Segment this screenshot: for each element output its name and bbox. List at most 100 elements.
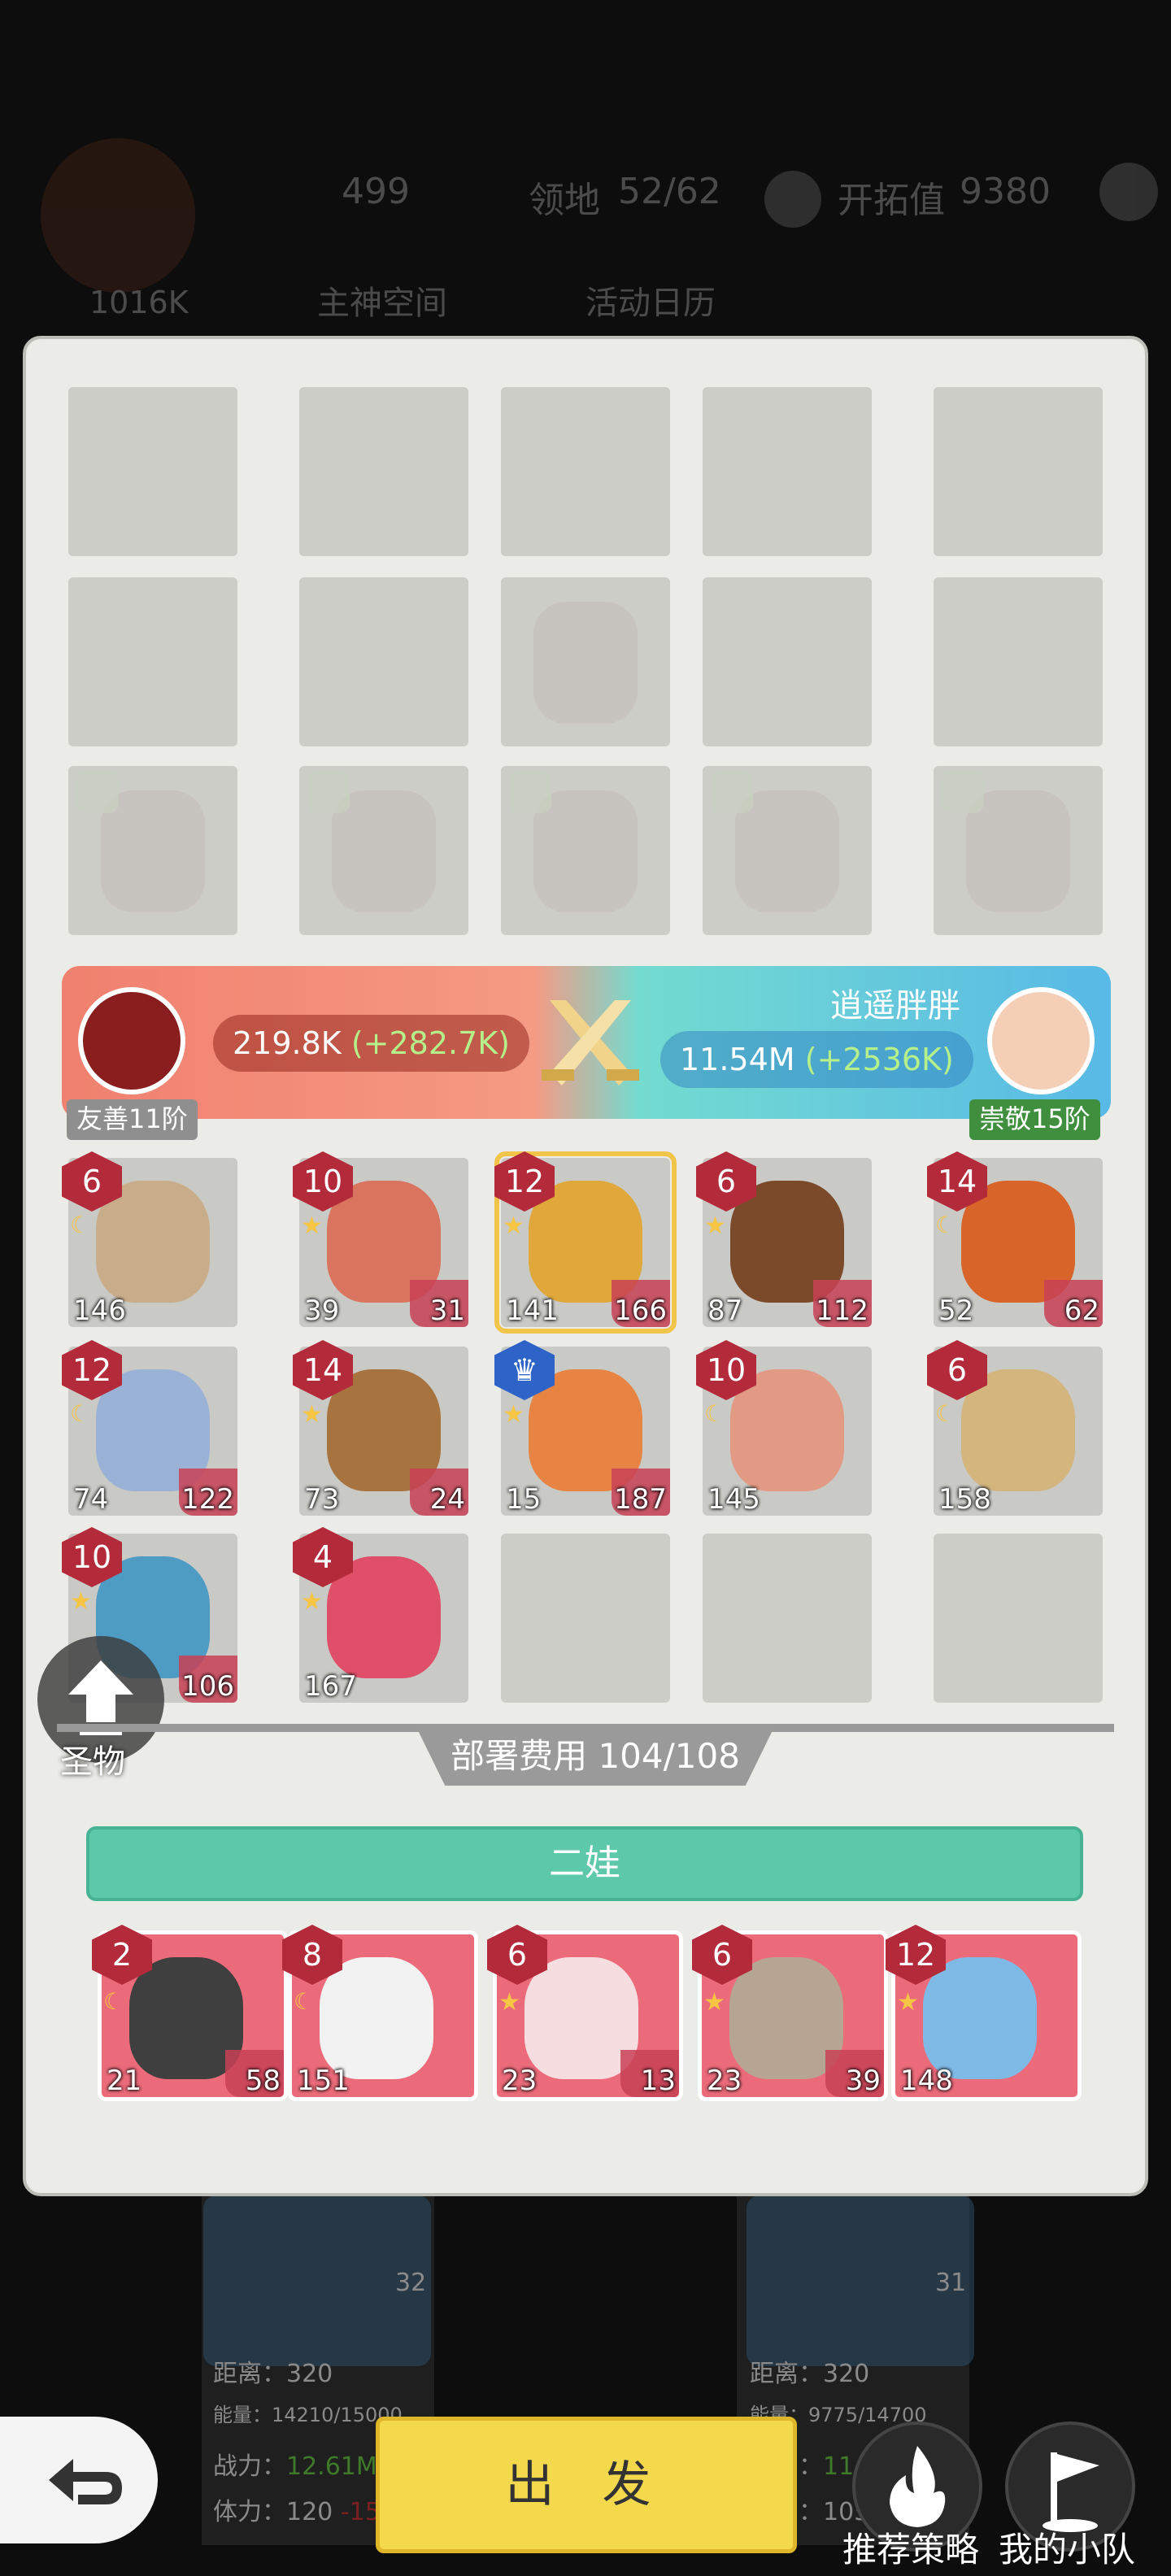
moon-icon: ☾	[935, 1212, 956, 1238]
back-arrow-icon	[49, 2459, 122, 2504]
team-selector-button[interactable]: 二娃	[86, 1826, 1083, 1901]
hero-hp: 31	[429, 1295, 465, 1327]
enemy-slot[interactable]	[501, 387, 670, 556]
hero-portrait	[320, 1957, 433, 2079]
hero-card[interactable]: 12 ☾ 74 122	[62, 1340, 237, 1516]
hero-card[interactable]: 6 ★ 87 112	[696, 1151, 872, 1327]
hero-card[interactable]: 12 ★ 141 166	[494, 1151, 677, 1334]
hero-card[interactable]: 14 ★ 73 24	[293, 1340, 468, 1516]
hero-hp: 112	[816, 1295, 868, 1327]
opponent-right-avatar[interactable]	[987, 987, 1095, 1094]
hero-card[interactable]: 6 ☾ 158	[927, 1340, 1103, 1516]
enemy-slot[interactable]	[68, 766, 237, 935]
enemy-level-badge	[307, 771, 350, 813]
empty-hero-slot[interactable]	[501, 1534, 670, 1703]
hero-attack: 148	[900, 2065, 953, 2097]
relic-label: 圣物	[60, 1743, 125, 1781]
right-player-name: 逍遥胖胖	[830, 987, 960, 1025]
moon-icon: ☾	[70, 1400, 91, 1427]
enemy-slot[interactable]	[68, 577, 237, 746]
enemy-slot[interactable]	[299, 577, 468, 746]
hero-hp: 13	[640, 2065, 676, 2097]
moon-icon: ☾	[704, 1400, 725, 1427]
territory-label: 领地	[529, 180, 600, 221]
enemy-level-badge	[711, 771, 753, 813]
enemy-slot[interactable]	[501, 577, 670, 746]
hero-attack: 87	[707, 1295, 743, 1327]
bg-card-1-power: 战力：12.61M	[213, 2452, 377, 2481]
enemy-slot[interactable]	[703, 387, 872, 556]
enemy-slot[interactable]	[299, 387, 468, 556]
deploy-cost-label: 部署费用	[451, 1736, 588, 1776]
hero-attack: 146	[73, 1295, 126, 1327]
hero-portrait	[923, 1957, 1037, 2079]
back-button[interactable]	[0, 2417, 158, 2543]
moon-icon: ☾	[294, 1988, 315, 2015]
deploy-cost-value: 104/108	[598, 1736, 740, 1776]
star-icon: ★	[503, 1212, 525, 1240]
reserve-hero-card[interactable]: 8 ☾ 151	[282, 1925, 478, 2101]
right-power: 11.54M	[680, 1042, 795, 1077]
hero-attack: 39	[304, 1295, 340, 1327]
enemy-slot[interactable]	[299, 766, 468, 935]
hero-attack: 145	[707, 1483, 760, 1516]
moon-icon: ☾	[70, 1212, 91, 1238]
hero-hp: 39	[845, 2065, 881, 2097]
expand-value: 9380	[960, 171, 1051, 212]
opponent-left-avatar[interactable]	[78, 987, 185, 1094]
space-label: 主神空间	[317, 285, 447, 322]
reserve-hero-card[interactable]: 12 ★ 148	[886, 1925, 1082, 2101]
moon-icon: ☾	[935, 1400, 956, 1427]
hero-attack: 74	[73, 1483, 109, 1516]
territory-value: 52/62	[618, 171, 721, 212]
star-icon: ★	[498, 1988, 520, 2017]
reserve-hero-card[interactable]: 2 ☾ 21 58	[92, 1925, 288, 2101]
enemy-level-badge	[509, 771, 551, 813]
enemy-slot[interactable]	[68, 387, 237, 556]
reserve-hero-card[interactable]: 6 ★ 23 39	[692, 1925, 888, 2101]
versus-bar: 219.8K (+282.7K) 逍遥胖胖 11.54M (+2536K)	[62, 966, 1111, 1119]
hero-attack: 73	[304, 1483, 340, 1516]
hero-hp: 166	[614, 1295, 667, 1327]
empty-hero-slot[interactable]	[703, 1534, 872, 1703]
bg-card-1-badge: 32	[395, 2269, 427, 2297]
right-power-delta: (+2536K)	[804, 1042, 954, 1077]
left-power-delta: (+282.7K)	[350, 1025, 511, 1061]
hero-card[interactable]: 10 ☾ 145	[696, 1340, 872, 1516]
background-top-bar: 499 领地 52/62 开拓值 9380 1016K 主神空间 活动日历	[0, 122, 1171, 366]
hero-card[interactable]: 6 ☾ 146	[62, 1151, 237, 1327]
right-rank-tag: 崇敬15阶	[969, 1099, 1100, 1140]
hero-card[interactable]: 10 ★ 39 31	[293, 1151, 468, 1327]
enemy-slot[interactable]	[934, 577, 1103, 746]
expand-label: 开拓值	[838, 180, 945, 221]
hero-hp: 58	[245, 2065, 281, 2097]
hero-card[interactable]: 14 ☾ 52 62	[927, 1151, 1103, 1327]
star-icon: ★	[503, 1400, 525, 1429]
star-icon: ★	[301, 1400, 323, 1429]
help-icon	[1099, 163, 1158, 221]
hero-attack: 23	[707, 2065, 742, 2097]
enemy-slot[interactable]	[703, 766, 872, 935]
hero-hp: 62	[1064, 1295, 1099, 1327]
enemy-slot[interactable]	[934, 766, 1103, 935]
currency-value: 499	[342, 171, 410, 212]
player-power: 1016K	[89, 285, 189, 320]
hero-attack: 167	[304, 1670, 357, 1703]
deploy-cost: 部署费用 104/108	[416, 1727, 774, 1786]
hero-attack: 158	[938, 1483, 991, 1516]
enemy-slot[interactable]	[703, 577, 872, 746]
calendar-label: 活动日历	[586, 285, 716, 322]
crossed-swords-icon	[533, 992, 647, 1098]
star-icon: ★	[301, 1587, 323, 1616]
enemy-slot[interactable]	[934, 387, 1103, 556]
depart-button[interactable]: 出 发	[376, 2417, 797, 2553]
hero-card[interactable]: ♛ ★ 15 187	[494, 1340, 670, 1516]
bg-card-2-badge: 31	[935, 2269, 967, 2297]
hero-card[interactable]: 4 ★ 167	[293, 1527, 468, 1703]
bg-card-1-energy: 能量：14210/15000	[213, 2404, 403, 2426]
bg-card-2-distance: 距离：320	[750, 2360, 870, 2388]
empty-hero-slot[interactable]	[934, 1534, 1103, 1703]
enemy-silhouette	[533, 602, 638, 724]
reserve-hero-card[interactable]: 6 ★ 23 13	[487, 1925, 683, 2101]
enemy-slot[interactable]	[501, 766, 670, 935]
